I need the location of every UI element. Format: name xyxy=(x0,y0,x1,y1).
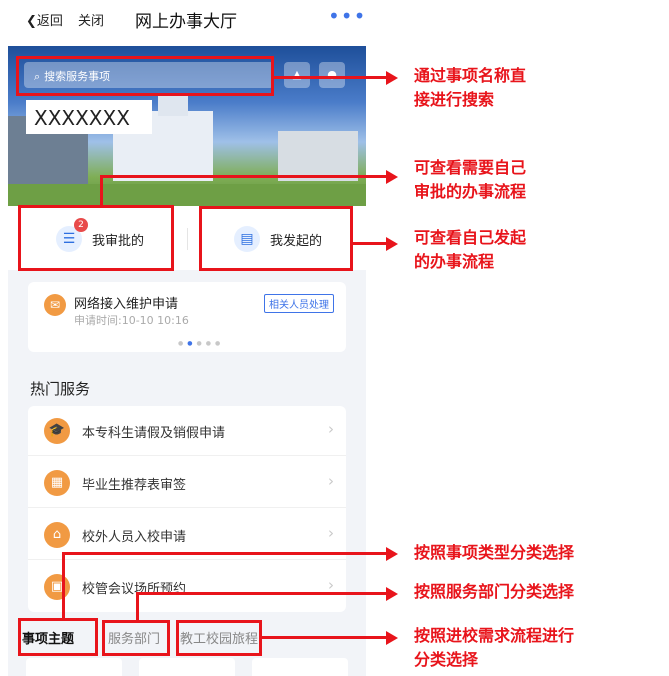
screen: ❮返回 关闭 网上办事大厅 ••• ⌕ 搜索服务事项 ▲ ● XXXXXXX ☰ 2… xyxy=(0,0,669,676)
arrow-line xyxy=(136,592,386,595)
back-button[interactable]: ❮返回 xyxy=(26,10,63,29)
annotation-by-type: 按照事项类型分类选择 xyxy=(414,541,574,565)
annotation-by-flow: 按照进校需求流程进行 分类选择 xyxy=(414,624,574,672)
top-navigation-bar: ❮返回 关闭 网上办事大厅 ••• xyxy=(0,0,366,44)
hot-services-heading: 热门服务 xyxy=(30,380,91,398)
org-chart-icon: ▦ xyxy=(44,470,70,496)
task-title: 网络接入维护申请 xyxy=(74,297,179,312)
category-card[interactable] xyxy=(139,658,235,676)
arrow-head xyxy=(386,170,398,184)
list-item[interactable]: ▣ 校管会议场所预约 › xyxy=(28,562,346,612)
annotation-line: 审批的办事流程 xyxy=(414,182,527,201)
masked-text-box: XXXXXXX xyxy=(26,100,152,134)
home-icon: ⌂ xyxy=(44,522,70,548)
chevron-left-icon: ❮ xyxy=(26,14,37,29)
annotation-search: 通过事项名称直 接进行搜索 xyxy=(414,64,526,112)
arrow-line xyxy=(62,552,65,618)
arrow-head xyxy=(386,631,398,645)
departments-highlight-box xyxy=(102,620,170,656)
annotation-line: 按照进校需求流程进行 xyxy=(414,626,575,645)
annotation-line: 可查看需要自己 xyxy=(414,158,527,177)
more-options-icon[interactable]: ••• xyxy=(328,4,366,28)
graduation-cap-icon: 🎓 xyxy=(44,418,70,444)
annotation-approve: 可查看需要自己 审批的办事流程 xyxy=(414,156,526,204)
task-time: 申请时间:10-10 10:16 xyxy=(74,314,189,327)
message-icon: ✉ xyxy=(44,294,66,316)
banner-building xyxy=(158,96,188,116)
initiated-highlight-box xyxy=(199,206,353,271)
calendar-icon: ▣ xyxy=(44,574,70,600)
arrow-head xyxy=(386,587,398,601)
hot-services-list: 🎓 本专科生请假及销假申请 › ▦ 毕业生推荐表审签 › ⌂ 校外人员入校申请 … xyxy=(28,406,346,612)
annotation-line: 分类选择 xyxy=(414,650,479,669)
pending-task-card[interactable]: ✉ 网络接入维护申请 申请时间:10-10 10:16 相关人员处理 ●●●●● xyxy=(28,282,346,352)
arrow-line xyxy=(100,175,103,206)
service-label: 本专科生请假及销假申请 xyxy=(82,426,226,441)
annotation-line: 按照事项类型分类选择 xyxy=(414,543,575,562)
chevron-right-icon: › xyxy=(328,420,334,438)
chevron-right-icon: › xyxy=(328,472,334,490)
status-badge: 相关人员处理 xyxy=(264,294,334,313)
page-title: 网上办事大厅 xyxy=(135,12,237,32)
list-item[interactable]: 🎓 本专科生请假及销假申请 › xyxy=(28,406,346,456)
annotation-line: 接进行搜索 xyxy=(414,90,495,109)
chevron-right-icon: › xyxy=(328,524,334,542)
arrow-line xyxy=(136,592,139,620)
annotation-line: 通过事项名称直 xyxy=(414,66,527,85)
arrow-line xyxy=(100,175,386,178)
annotation-line: 的办事流程 xyxy=(414,252,495,271)
carousel-indicator: ●●●●● xyxy=(178,340,225,347)
annotation-line: 可查看自己发起 xyxy=(414,228,527,247)
list-item[interactable]: ▦ 毕业生推荐表审签 › xyxy=(28,458,346,508)
category-card[interactable] xyxy=(26,658,122,676)
approvals-highlight-box xyxy=(18,205,174,271)
arrow-head xyxy=(386,71,398,85)
profile-icon[interactable]: ● xyxy=(319,62,345,88)
search-highlight-box xyxy=(16,56,274,96)
topics-highlight-box xyxy=(18,618,98,656)
annotation-line: 按照服务部门分类选择 xyxy=(414,582,575,601)
close-button[interactable]: 关闭 xyxy=(78,10,104,29)
annotation-initiate: 可查看自己发起 的办事流程 xyxy=(414,226,526,274)
arrow-line xyxy=(274,76,386,79)
divider xyxy=(187,228,188,250)
banner-lawn xyxy=(8,184,366,206)
notification-icon[interactable]: ▲ xyxy=(284,62,310,88)
back-label: 返回 xyxy=(36,14,63,29)
category-card[interactable] xyxy=(252,658,348,676)
arrow-line xyxy=(62,552,386,555)
service-label: 校外人员入校申请 xyxy=(82,530,187,545)
arrow-head xyxy=(386,547,398,561)
annotation-by-dept: 按照服务部门分类选择 xyxy=(414,580,574,604)
arrow-line xyxy=(353,242,386,245)
banner-building xyxy=(278,131,358,181)
arrow-line xyxy=(262,636,386,639)
category-cards xyxy=(26,658,348,676)
journey-highlight-box xyxy=(176,620,262,656)
service-label: 毕业生推荐表审签 xyxy=(82,478,187,493)
arrow-head xyxy=(386,237,398,251)
